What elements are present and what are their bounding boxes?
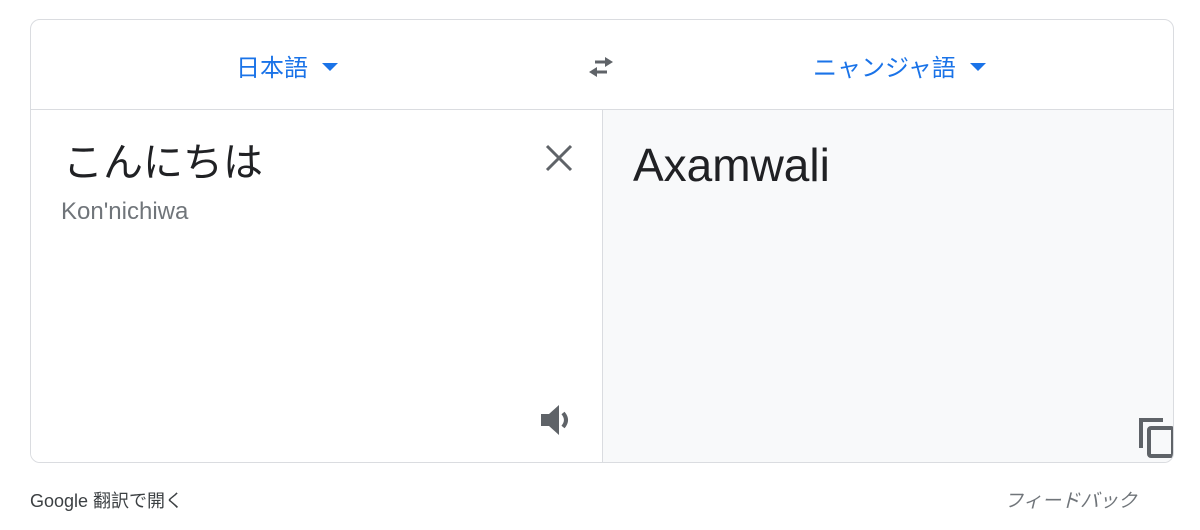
- open-in-google-translate-link[interactable]: Google 翻訳で開く: [30, 487, 183, 513]
- copy-button[interactable]: [1135, 416, 1173, 460]
- source-text[interactable]: こんにちは: [63, 130, 263, 188]
- source-language-select[interactable]: 日本語: [236, 20, 338, 110]
- swap-arrows-icon: [589, 57, 613, 77]
- source-pane[interactable]: こんにちは Kon'nichiwa: [31, 110, 603, 462]
- feedback-link[interactable]: フィードバック: [1004, 486, 1137, 513]
- listen-button[interactable]: [537, 400, 577, 440]
- caret-down-icon: [969, 63, 986, 71]
- translated-text: Axamwali: [633, 139, 830, 191]
- swap-languages-button[interactable]: [581, 47, 621, 87]
- target-pane: Axamwali: [603, 110, 1173, 462]
- target-language-label: ニャンジャ語: [813, 54, 956, 82]
- source-language-label: 日本語: [236, 54, 308, 82]
- language-bar: 日本語 ニャンジャ語: [31, 20, 1173, 110]
- speaker-icon: [541, 405, 568, 435]
- caret-down-icon: [322, 63, 338, 71]
- target-language-select[interactable]: ニャンジャ語: [813, 20, 986, 110]
- source-romanization: Kon'nichiwa: [61, 198, 189, 225]
- copy-icon: [1139, 418, 1173, 458]
- clear-button[interactable]: [539, 138, 579, 178]
- translate-card: 日本語 ニャンジャ語 こんにちは Kon'nichiwa Axamwali: [30, 19, 1174, 463]
- close-icon: [545, 144, 573, 172]
